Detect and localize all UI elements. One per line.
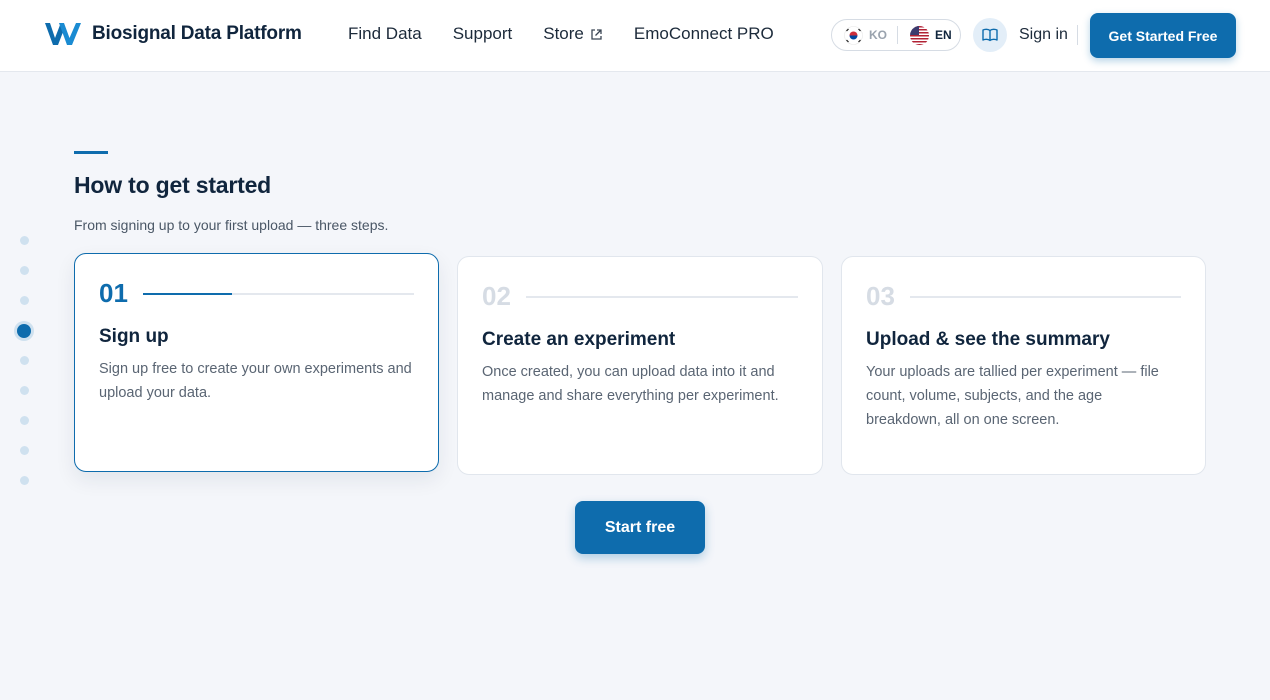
nav-find-data-label: Find Data: [348, 24, 422, 43]
guide-button[interactable]: [973, 18, 1007, 52]
header-divider: [1077, 25, 1078, 45]
step-title: Sign up: [99, 326, 169, 347]
brand-logo-icon: [45, 23, 81, 45]
step-title: Upload & see the summary: [866, 329, 1110, 350]
side-nav-dot[interactable]: [20, 476, 29, 485]
section-subtitle: From signing up to your first upload — t…: [74, 217, 389, 233]
side-nav-dot[interactable]: [20, 356, 29, 365]
top-header: Biosignal Data Platform Find Data Suppor…: [0, 0, 1270, 72]
step-number: 01: [99, 278, 128, 308]
lang-option-ko[interactable]: KO: [832, 20, 887, 50]
step-title: Create an experiment: [482, 329, 676, 350]
brand-name: Biosignal Data Platform: [92, 23, 302, 44]
start-free-button[interactable]: Start free: [575, 501, 705, 554]
section-accent-line: [74, 151, 108, 154]
external-link-icon: [591, 28, 602, 40]
main-nav: Find Data Support Store EmoConnect PRO: [348, 24, 805, 44]
side-nav-dot[interactable]: [20, 296, 29, 305]
step-description: Your uploads are tallied per experiment …: [866, 364, 1159, 428]
nav-store[interactable]: Store: [543, 24, 603, 44]
brand-link[interactable]: Biosignal Data Platform: [44, 20, 302, 48]
nav-support[interactable]: Support: [453, 24, 513, 44]
get-started-free-button[interactable]: Get Started Free: [1090, 13, 1236, 58]
section-title: How to get started: [74, 172, 272, 198]
nav-support-label: Support: [452, 24, 513, 43]
step-header: 03: [866, 281, 1181, 312]
step-progress-track: [910, 295, 1181, 298]
step-description: Once created, you can upload data into i…: [482, 364, 779, 404]
step-number: 03: [866, 281, 895, 311]
korea-flag-icon: [844, 25, 863, 45]
side-nav-dot[interactable]: [20, 236, 29, 245]
side-nav-dot[interactable]: [20, 386, 29, 395]
lang-option-en[interactable]: EN: [898, 20, 952, 50]
sign-in-link[interactable]: Sign in: [1019, 26, 1068, 44]
nav-store-label: Store: [543, 24, 584, 43]
side-nav-dot[interactable]: [20, 446, 29, 455]
side-nav-dot-active[interactable]: [17, 324, 31, 338]
step-card-2[interactable]: 02 Create an experiment Once created, yo…: [457, 256, 823, 475]
nav-find-data[interactable]: Find Data: [348, 24, 422, 44]
side-nav-dot[interactable]: [20, 266, 29, 275]
step-number: 02: [482, 281, 511, 311]
nav-emoconnect-pro[interactable]: EmoConnect PRO: [634, 24, 774, 44]
step-header: 02: [482, 281, 798, 312]
us-flag-icon: [910, 25, 929, 45]
step-progress-track: [143, 292, 414, 295]
step-card-3[interactable]: 03 Upload & see the summary Your uploads…: [841, 256, 1206, 475]
lang-code-en: EN: [935, 28, 952, 42]
step-header: 01: [99, 278, 414, 309]
step-card-1[interactable]: 01 Sign up Sign up free to create your o…: [74, 253, 439, 472]
side-nav-dot[interactable]: [20, 416, 29, 425]
book-icon: [982, 28, 998, 42]
step-progress-fill: [143, 292, 233, 295]
nav-emoconnect-label: EmoConnect PRO: [633, 24, 774, 43]
step-progress-track: [526, 295, 798, 298]
lang-code-ko: KO: [869, 28, 887, 42]
language-switcher: KO EN: [831, 19, 961, 51]
step-description: Sign up free to create your own experime…: [99, 361, 412, 401]
